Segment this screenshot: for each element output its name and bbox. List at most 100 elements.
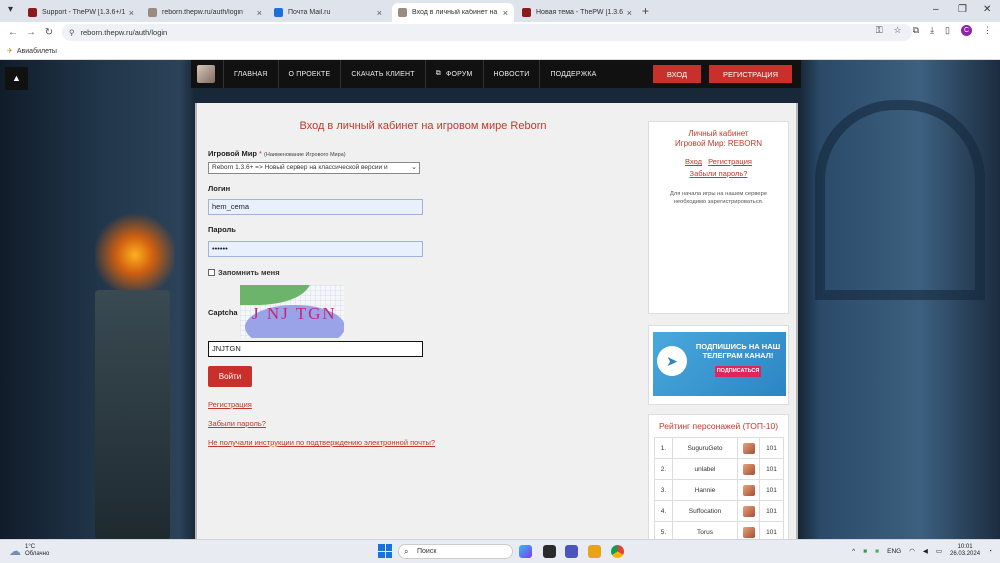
tab-title: Почта Mail.ru [288,9,331,16]
tab-search-icon[interactable]: ▾ [8,4,13,15]
notification-icon[interactable]: ◔ [988,548,992,555]
battery-icon[interactable]: ▭ [936,547,942,555]
volume-icon[interactable]: ◀ [923,547,928,555]
character-avatar [742,442,755,454]
table-row: 1. SuguruGeto 101 [654,437,784,459]
nav-news[interactable]: НОВОСТИ [482,60,540,88]
reload-icon[interactable]: ↻ [40,27,58,38]
tray-app-icon[interactable]: ■ [863,548,867,555]
new-tab-button[interactable]: + [642,4,649,18]
site-navigation: ГЛАВНАЯ О ПРОЕКТЕ СКАЧАТЬ КЛИЕНТ ⧉ ФОРУМ … [191,60,801,88]
clock[interactable]: 10:01 26.03.2024 [950,544,980,558]
site-info-icon[interactable]: ⚲ [69,28,75,37]
browser-tab[interactable]: Новая тема - ThePW [1.3.6+/1.4... × [516,3,638,22]
submit-login-button[interactable]: Войти [208,366,252,387]
bookmark-item[interactable]: Авиабилеты [17,48,57,55]
login-input[interactable]: hem_cema [208,199,423,215]
close-tab-icon[interactable]: × [377,8,382,18]
forward-icon[interactable]: → [22,27,40,38]
rating-name[interactable]: Hannie [672,479,738,501]
character-avatar [742,505,755,517]
nav-forum[interactable]: ⧉ ФОРУМ [424,60,483,88]
sidebar-register-link[interactable]: Регистрация [708,157,752,166]
nav-download[interactable]: СКАЧАТЬ КЛИЕНТ [340,60,424,88]
remember-checkbox[interactable] [208,269,215,276]
close-tab-icon[interactable]: × [129,8,134,18]
remember-me[interactable]: Запомнить меня [208,268,280,277]
browser-tab-active[interactable]: Вход в личный кабинет на игр... × [392,3,514,22]
nav-about[interactable]: О ПРОЕКТЕ [277,60,341,88]
table-row: 2. unlabel 101 [654,458,784,480]
register-link[interactable]: Регистрация [208,400,252,409]
tray-app-icon[interactable]: ■ [875,548,879,555]
taskbar-search[interactable]: ⌕ Поиск [398,544,513,559]
forgot-password-link[interactable]: Забыли пароль? [208,419,266,428]
password-label: Пароль [208,225,236,234]
search-placeholder: Поиск [417,548,437,555]
sidebar-forgot-link[interactable]: Забыли пароль? [690,169,748,178]
scroll-top-button[interactable]: ▲ [5,67,28,90]
rating-name[interactable]: Suffocation [672,500,738,522]
nav-home[interactable]: ГЛАВНАЯ [223,60,278,88]
menu-icon[interactable]: ⋮ [983,25,992,36]
tab-title: reborn.thepw.ru/auth/login [162,9,243,16]
minimize-icon[interactable]: – [933,4,939,15]
telegram-subscribe-button[interactable]: ПОДПИСАТЬСЯ [715,366,761,377]
clock-time: 10:01 [957,544,973,550]
side-panel-icon[interactable]: ▯ [945,25,950,36]
telegram-banner[interactable]: ➤ ПОДПИШИСЬ НА НАШ ТЕЛЕГРАМ КАНАЛ! ПОДПИ… [653,332,786,396]
weather-widget[interactable]: ☁ 1°C Облачно [9,544,49,558]
back-icon[interactable]: ← [4,27,22,38]
nav-forum-label: ФОРУМ [445,70,473,78]
chrome-icon[interactable] [611,545,624,558]
browser-tab[interactable]: Почта Mail.ru × [268,3,388,22]
clock-date: 26.03.2024 [950,551,981,557]
chevron-up-icon[interactable]: ^ [852,548,855,555]
external-link-icon: ⧉ [435,70,441,77]
captcha-input[interactable]: JNJTGN [208,341,423,357]
teams-icon[interactable] [565,545,578,558]
language-indicator[interactable]: ENG [887,548,901,555]
close-tab-icon[interactable]: × [257,8,262,18]
profile-avatar[interactable]: C [961,25,972,36]
close-tab-icon[interactable]: × [627,8,632,18]
start-button[interactable] [378,544,392,558]
tab-favicon-icon [28,8,37,17]
wifi-icon[interactable]: ◠ [909,547,915,555]
copilot-icon[interactable] [519,545,532,558]
rating-rank: 2. [654,458,673,480]
file-explorer-icon[interactable] [588,545,601,558]
table-row: 4. Suffocation 101 [654,500,784,522]
download-icon[interactable]: ⤓ [930,25,934,36]
tab-favicon-icon [274,8,283,17]
password-input[interactable]: •••••• [208,241,423,257]
close-window-icon[interactable]: ✕ [983,4,991,15]
cabinet-title: Личный кабинет [688,129,749,138]
world-hint: (Наименование Игрового Мира) [264,152,346,158]
password-key-icon[interactable]: ⚿ [876,25,883,36]
remember-label: Запомнить меня [218,268,280,277]
telegram-line-1: ПОДПИШИСЬ НА НАШ [695,342,781,351]
resend-confirmation-link[interactable]: Не получали инструкции по подтверждению … [208,438,435,447]
cabinet-note: Для начала игры на нашем сервере необход… [669,191,768,205]
address-bar[interactable]: ⚲ reborn.thepw.ru/auth/login [62,24,912,41]
rating-name[interactable]: Torus [672,521,738,539]
close-tab-icon[interactable]: × [503,8,508,18]
bookmark-star-icon[interactable]: ☆ [894,25,902,36]
browser-tab[interactable]: reborn.thepw.ru/auth/login × [142,3,268,22]
nav-support[interactable]: ПОДДЕРЖКА [539,60,606,88]
extensions-icon[interactable]: ⧉ [913,25,919,36]
taskbar: ☁ 1°C Облачно ⌕ Поиск ^ ■ ■ ENG ◠ ◀ ▭ 10… [0,539,1000,563]
sidebar-login-link[interactable]: Вход [685,157,702,166]
task-view-icon[interactable] [543,545,556,558]
rating-name[interactable]: unlabel [672,458,738,480]
site-logo[interactable] [197,65,215,83]
register-button[interactable]: РЕГИСТРАЦИЯ [709,65,792,83]
browser-tab[interactable]: Support - ThePW [1.3.6+/1.4.6+] × [22,3,140,22]
maximize-icon[interactable]: ❐ [958,4,967,15]
world-select[interactable]: Reborn 1.3.6+ => Новый сервер на классич… [208,162,420,174]
login-button[interactable]: ВХОД [653,65,701,83]
rating-name[interactable]: SuguruGeto [672,437,738,459]
tab-title: Support - ThePW [1.3.6+/1.4.6+] [42,9,125,16]
rating-panel: Рейтинг персонажей (ТОП-10) 1. SuguruGeto… [648,414,789,539]
